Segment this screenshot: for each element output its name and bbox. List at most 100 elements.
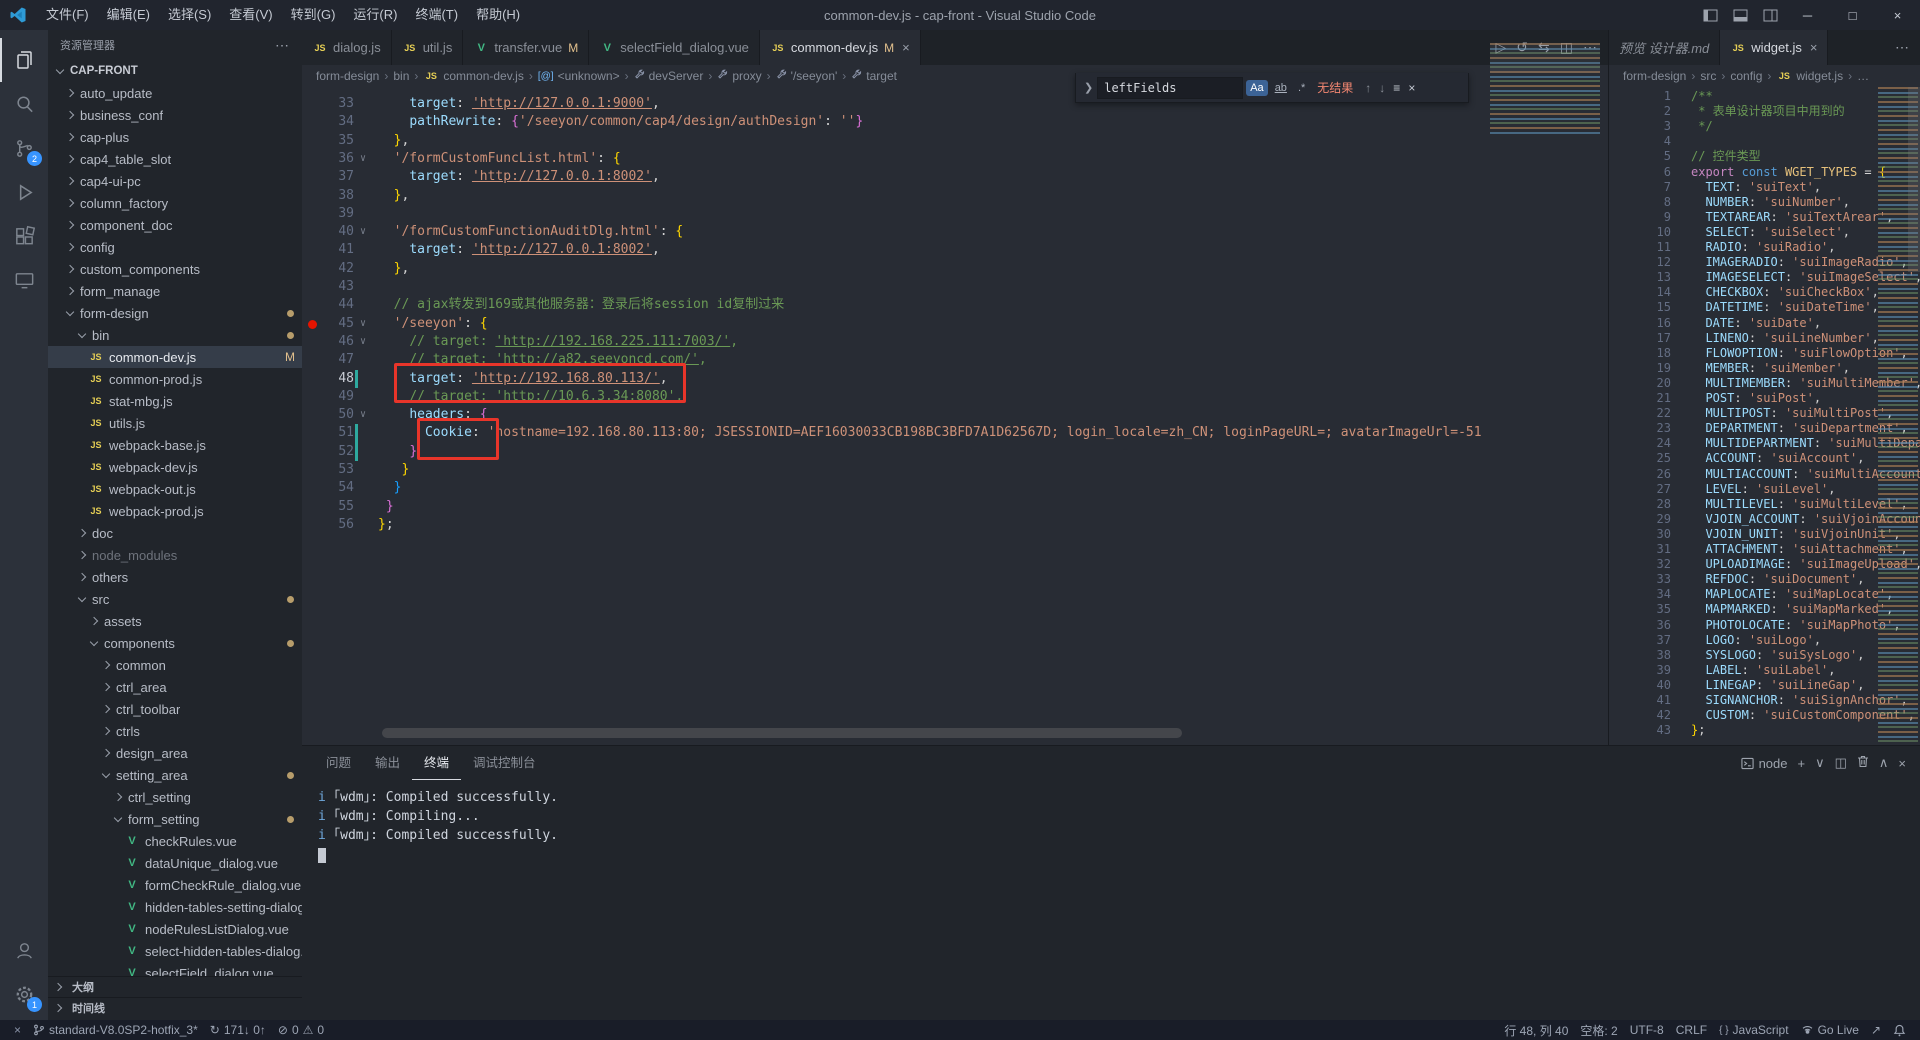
menu-运行(R)[interactable]: 运行(R) (344, 0, 406, 30)
breadcrumb-item[interactable]: form-design (316, 69, 379, 83)
tree-item-ctrls[interactable]: ctrls (48, 720, 302, 742)
fold-chevron-icon[interactable]: ∨ (360, 150, 366, 168)
breadcrumb-item[interactable]: [@]<unknown> (538, 69, 620, 83)
split-terminal-icon[interactable]: ◫ (1835, 755, 1847, 771)
tab-selectField_dialog.vue[interactable]: VselectField_dialog.vue (589, 30, 760, 65)
fold-chevron-icon[interactable]: ∨ (360, 223, 366, 241)
cursor-position-item[interactable]: 行 48, 列 40 (1498, 1020, 1574, 1040)
terminal-output[interactable]: i ｢wdm｣: Compiled successfully.i ｢wdm｣: … (302, 780, 1920, 869)
menu-查看(V)[interactable]: 查看(V) (220, 0, 281, 30)
fold-chevron-icon[interactable]: ∨ (360, 333, 366, 351)
accounts-icon[interactable] (0, 928, 48, 972)
tree-item-column_factory[interactable]: column_factory (48, 192, 302, 214)
tree-item-webpack-base.js[interactable]: JSwebpack-base.js (48, 434, 302, 456)
find-in-selection-icon[interactable]: ≡ (1389, 81, 1404, 95)
tree-item-formCheckRule_dialog.vue[interactable]: VformCheckRule_dialog.vue (48, 874, 302, 896)
tree-item-common-prod.js[interactable]: JScommon-prod.js (48, 368, 302, 390)
customize-layout-icon[interactable] (1755, 0, 1785, 30)
close-button[interactable]: × (1875, 0, 1920, 30)
panel-tab-问题[interactable]: 问题 (314, 746, 363, 780)
notifications-bell-icon[interactable] (1887, 1020, 1912, 1040)
close-tab-icon[interactable]: × (902, 40, 910, 55)
match-case-toggle[interactable]: Aa (1246, 80, 1267, 96)
tree-item-hidden-tables-setting-dialog.vue[interactable]: Vhidden-tables-setting-dialog.vue (48, 896, 302, 918)
tree-item-common[interactable]: common (48, 654, 302, 676)
tree-item-cap-plus[interactable]: cap-plus (48, 126, 302, 148)
tab-common-dev.js[interactable]: JScommon-dev.jsM× (760, 30, 921, 65)
go-live-item[interactable]: Go Live (1795, 1020, 1865, 1040)
panel-tab-调试控制台[interactable]: 调试控制台 (461, 746, 548, 780)
search-icon[interactable] (0, 82, 48, 126)
panel-tab-输出[interactable]: 输出 (363, 746, 412, 780)
problems-item[interactable]: ⊘ 0 ⚠ 0 (272, 1020, 330, 1040)
launch-icon[interactable]: ↗ (1865, 1020, 1887, 1040)
tree-item-ctrl_setting[interactable]: ctrl_setting (48, 786, 302, 808)
tree-item-form_manage[interactable]: form_manage (48, 280, 302, 302)
tree-item-doc[interactable]: doc (48, 522, 302, 544)
tree-item-bin[interactable]: bin (48, 324, 302, 346)
tree-item-config[interactable]: config (48, 236, 302, 258)
tree-item-setting_area[interactable]: setting_area (48, 764, 302, 786)
breadcrumb-item[interactable]: JScommon-dev.js (423, 69, 523, 83)
kill-terminal-icon[interactable] (1857, 755, 1869, 771)
code-editor-side[interactable]: 1/**2 * 表单设计器项目中用到的3 */45// 控件类型6export … (1609, 87, 1920, 745)
tree-item-component_doc[interactable]: component_doc (48, 214, 302, 236)
tree-item-utils.js[interactable]: JSutils.js (48, 412, 302, 434)
tree-item-ctrl_area[interactable]: ctrl_area (48, 676, 302, 698)
explorer-icon[interactable] (0, 38, 48, 82)
tree-item-cap4_table_slot[interactable]: cap4_table_slot (48, 148, 302, 170)
toggle-panel-icon[interactable] (1725, 0, 1755, 30)
breadcrumb-item[interactable]: config (1730, 69, 1762, 83)
tree-item-design_area[interactable]: design_area (48, 742, 302, 764)
breadcrumb-item[interactable]: JSwidget.js (1776, 69, 1843, 83)
settings-gear-icon[interactable]: 1 (0, 972, 48, 1016)
breadcrumb-side[interactable]: form-design›src›config›JSwidget.js›… (1609, 65, 1920, 87)
breadcrumb-item[interactable]: bin (393, 69, 409, 83)
code-editor[interactable]: 33 target: 'http://127.0.0.1:9000',34 pa… (302, 87, 1608, 745)
find-next-icon[interactable]: ↓ (1375, 81, 1389, 95)
git-sync-item[interactable]: ↻ 171↓ 0↑ (204, 1020, 272, 1040)
editor-action-icon[interactable]: ⋯ (1892, 39, 1912, 56)
horizontal-scrollbar[interactable] (382, 728, 1182, 738)
section-大纲[interactable]: 大纲 (48, 976, 302, 997)
tab-dialog.js[interactable]: JSdialog.js (302, 30, 392, 65)
source-control-icon[interactable]: 2 (0, 126, 48, 170)
run-debug-icon[interactable] (0, 170, 48, 214)
breadcrumb-item[interactable]: … (1857, 69, 1869, 83)
tree-item-select-hidden-tables-dialog.vue[interactable]: Vselect-hidden-tables-dialog.vue (48, 940, 302, 962)
close-panel-icon[interactable]: × (1898, 756, 1906, 771)
language-mode-item[interactable]: { } JavaScript (1713, 1020, 1795, 1040)
menu-文件(F)[interactable]: 文件(F) (37, 0, 98, 30)
breadcrumb-item[interactable]: '/seeyon' (776, 69, 838, 83)
tree-item-nodeRulesListDialog.vue[interactable]: VnodeRulesListDialog.vue (48, 918, 302, 940)
tree-item-business_conf[interactable]: business_conf (48, 104, 302, 126)
find-close-icon[interactable]: × (1404, 81, 1419, 95)
menu-编辑(E)[interactable]: 编辑(E) (98, 0, 159, 30)
find-input[interactable]: leftFields (1097, 77, 1243, 99)
minimap[interactable] (1490, 43, 1600, 135)
tree-item-src[interactable]: src (48, 588, 302, 610)
tab-util.js[interactable]: JSutil.js (392, 30, 464, 65)
regex-toggle[interactable]: .* (1294, 80, 1309, 96)
maximize-panel-icon[interactable]: ∧ (1879, 755, 1889, 771)
section-时间线[interactable]: 时间线 (48, 997, 302, 1018)
tree-item-form_setting[interactable]: form_setting (48, 808, 302, 830)
tab-transfer.vue[interactable]: Vtransfer.vueM (463, 30, 589, 65)
terminal-picker[interactable]: node (1741, 756, 1788, 771)
menu-终端(T)[interactable]: 终端(T) (406, 0, 467, 30)
indentation-item[interactable]: 空格: 2 (1574, 1020, 1623, 1040)
fold-chevron-icon[interactable]: ∨ (360, 315, 366, 333)
tree-item-stat-mbg.js[interactable]: JSstat-mbg.js (48, 390, 302, 412)
tree-item-custom_components[interactable]: custom_components (48, 258, 302, 280)
tree-root[interactable]: CAP-FRONT (48, 60, 302, 82)
tree-item-others[interactable]: others (48, 566, 302, 588)
panel-tab-终端[interactable]: 终端 (412, 746, 461, 780)
tree-item-checkRules.vue[interactable]: VcheckRules.vue (48, 830, 302, 852)
tree-item-components[interactable]: components (48, 632, 302, 654)
tree-item-node_modules[interactable]: node_modules (48, 544, 302, 566)
menu-选择(S)[interactable]: 选择(S) (159, 0, 220, 30)
toggle-sidebar-icon[interactable] (1695, 0, 1725, 30)
eol-item[interactable]: CRLF (1670, 1020, 1713, 1040)
breadcrumb-item[interactable]: form-design (1623, 69, 1686, 83)
breadcrumb-item[interactable]: target (851, 69, 897, 83)
